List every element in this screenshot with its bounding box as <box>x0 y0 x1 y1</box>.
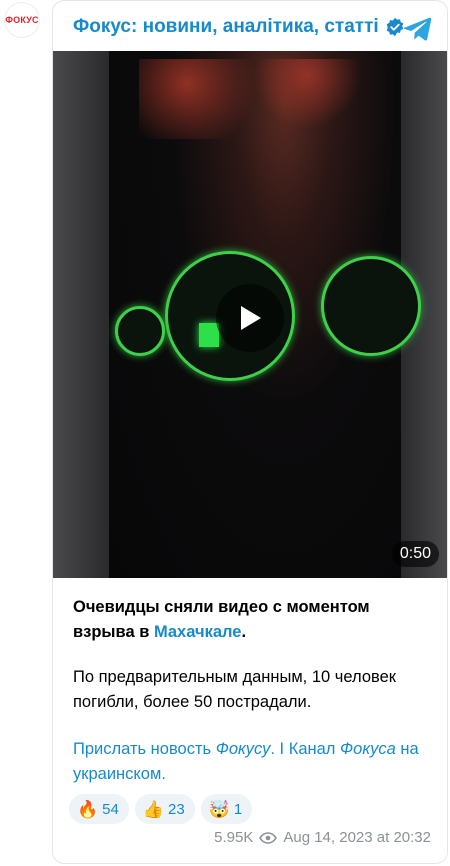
verified-badge-icon <box>386 17 403 37</box>
dash-display <box>199 323 219 347</box>
reaction-fire[interactable]: 🔥 54 <box>69 794 129 824</box>
fuel-gauge <box>115 306 165 356</box>
send-news-link-italic: Фокусу <box>215 740 271 758</box>
message-headline: Очевидцы сняли видео с моментом взрыва в… <box>73 595 433 645</box>
play-button[interactable] <box>216 284 284 352</box>
channel-link-text: Канал <box>288 740 341 758</box>
video-duration: 0:50 <box>391 541 439 567</box>
message-header: Фокус: новини, аналітика, статті <box>73 11 405 43</box>
reaction-exploding-head[interactable]: 🤯 1 <box>200 794 253 824</box>
reaction-count: 23 <box>168 800 185 818</box>
thumbs-up-icon: 👍 <box>142 799 165 819</box>
post-date[interactable]: Aug 14, 2023 at 20:32 <box>283 829 431 846</box>
video-traffic-lights <box>139 59 379 139</box>
reaction-count: 1 <box>233 800 243 818</box>
message-card: Фокус: новини, аналітика, статті 0:50 Оч… <box>52 0 448 864</box>
video-player[interactable]: 0:50 <box>53 51 447 578</box>
avatar-logo-text: ФОКУС <box>5 15 39 25</box>
headline-end: . <box>241 623 247 641</box>
links-separator: I <box>274 740 289 758</box>
video-blur-left <box>53 51 109 578</box>
message-footer: 5.95K Aug 14, 2023 at 20:32 <box>214 829 431 846</box>
telegram-icon[interactable] <box>403 13 433 43</box>
tachometer-gauge <box>321 256 421 356</box>
channel-title[interactable]: Фокус: новини, аналітика, статті <box>73 16 379 38</box>
channel-avatar[interactable]: ФОКУС <box>4 2 40 38</box>
message-body: По предварительным данным, 10 человек по… <box>73 668 396 711</box>
channel-link-italic: Фокуса <box>340 740 396 758</box>
reactions-bar: 🔥 54 👍 23 🤯 1 <box>69 794 253 824</box>
fire-icon: 🔥 <box>77 799 99 819</box>
eye-icon <box>259 831 278 844</box>
headline-link[interactable]: Махачкале <box>154 623 242 641</box>
view-count: 5.95K <box>214 829 254 846</box>
send-news-link[interactable]: Прислать новость Фокусу. <box>73 740 275 758</box>
message-links: Прислать новость Фокусу. I Канал Фокуса … <box>73 737 433 787</box>
send-news-link-text: Прислать новость <box>73 740 216 758</box>
reaction-thumbs-up[interactable]: 👍 23 <box>134 794 195 824</box>
reaction-count: 54 <box>102 800 119 818</box>
play-icon <box>241 306 261 330</box>
exploding-head-icon: 🤯 <box>208 799 230 819</box>
